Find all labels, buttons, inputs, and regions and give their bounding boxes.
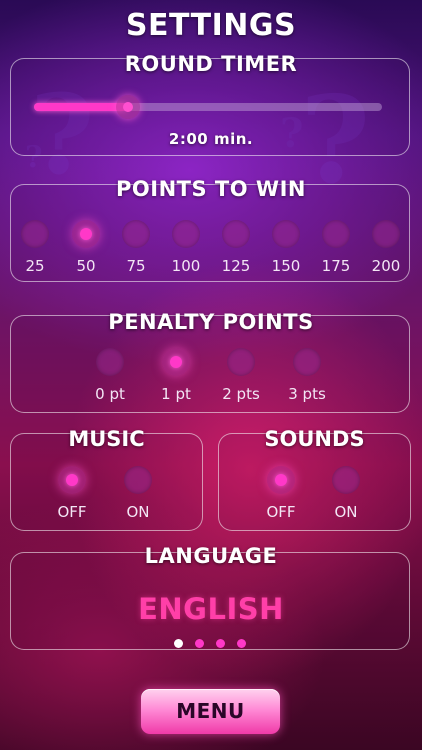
sounds-option-label: OFF — [266, 503, 296, 521]
music-option-label: OFF — [57, 503, 87, 521]
points-option-radio-0[interactable] — [21, 220, 49, 248]
sounds-option-label: ON — [334, 503, 358, 521]
music-option-label: ON — [126, 503, 150, 521]
sounds-option-radio-0[interactable] — [267, 466, 295, 494]
page-title: SETTINGS — [125, 8, 297, 43]
penalty-option-radio-0[interactable] — [96, 348, 124, 376]
music-option-radio-0[interactable] — [58, 466, 86, 494]
points-to-win-heading: POINTS TO WIN — [116, 177, 306, 201]
language-heading: LANGUAGE — [144, 544, 278, 568]
penalty-option-radio-3[interactable] — [293, 348, 321, 376]
slider-thumb[interactable] — [116, 95, 140, 119]
round-timer-value: 2:00 min. — [168, 130, 254, 148]
language-value[interactable]: ENGLISH — [0, 592, 422, 626]
points-option-radio-6[interactable] — [322, 220, 350, 248]
round-timer-slider[interactable] — [34, 95, 382, 119]
penalty-option-label: 2 pts — [222, 385, 260, 403]
points-option-radio-3[interactable] — [172, 220, 200, 248]
penalty-option-label: 1 pt — [161, 385, 191, 403]
points-option-label: 200 — [371, 257, 401, 275]
language-page-dot[interactable] — [237, 639, 246, 648]
round-timer-heading: ROUND TIMER — [124, 52, 298, 76]
music-option-radio-1[interactable] — [124, 466, 152, 494]
music-heading: MUSIC — [68, 427, 145, 451]
penalty-option-radio-2[interactable] — [227, 348, 255, 376]
language-page-dot[interactable] — [174, 639, 183, 648]
menu-button[interactable]: MENU — [141, 689, 280, 734]
sounds-heading: SOUNDS — [264, 427, 365, 451]
points-option-radio-2[interactable] — [122, 220, 150, 248]
language-page-dot[interactable] — [195, 639, 204, 648]
sounds-option-radio-1[interactable] — [332, 466, 360, 494]
penalty-points-heading: PENALTY POINTS — [108, 310, 314, 334]
points-option-radio-7[interactable] — [372, 220, 400, 248]
points-option-radio-1[interactable] — [72, 220, 100, 248]
points-option-radio-5[interactable] — [272, 220, 300, 248]
penalty-option-radio-1[interactable] — [162, 348, 190, 376]
points-option-radio-4[interactable] — [222, 220, 250, 248]
penalty-option-label: 3 pts — [288, 385, 326, 403]
language-page-dot[interactable] — [216, 639, 225, 648]
penalty-option-label: 0 pt — [95, 385, 125, 403]
slider-fill — [34, 103, 128, 111]
